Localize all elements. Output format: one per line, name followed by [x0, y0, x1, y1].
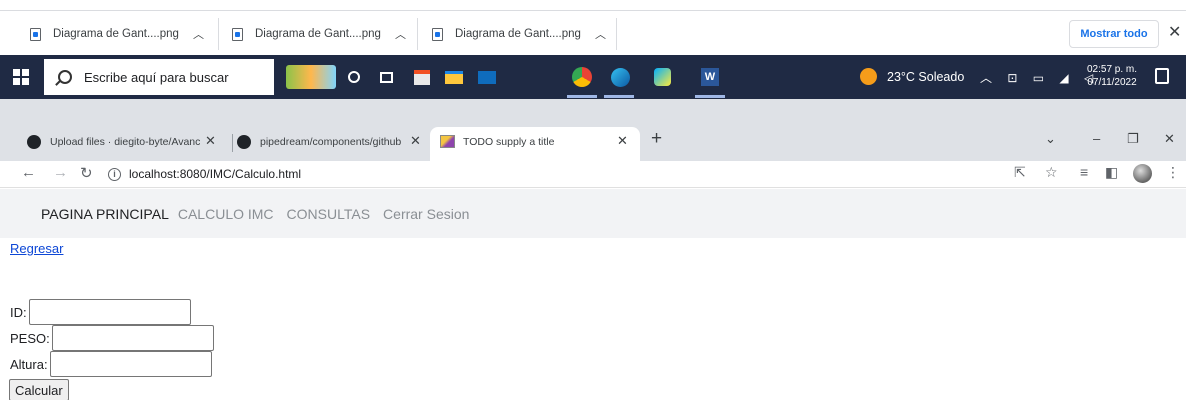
tab-search-chevron-icon[interactable]: ⌄ — [1045, 131, 1056, 147]
page-favicon — [440, 135, 455, 148]
task-view-icon[interactable] — [374, 65, 398, 89]
site-navbar: PAGINA PRINCIPAL CALCULO IMC CONSULTAS C… — [0, 189, 1186, 238]
download-item[interactable]: Diagrama de Gant....png ︿ — [232, 22, 406, 46]
download-filename: Diagrama de Gant....png — [255, 28, 381, 40]
divider — [616, 18, 617, 50]
menu-kebab-icon[interactable]: ⋮ — [1166, 164, 1180, 181]
reload-icon[interactable]: ↻ — [80, 164, 93, 182]
restore-icon[interactable]: ❐ — [1127, 131, 1139, 147]
altura-label: Altura: — [10, 356, 48, 372]
share-icon[interactable]: ⇱ — [1014, 164, 1026, 181]
search-placeholder: Escribe aquí para buscar — [84, 69, 229, 85]
file-icon — [432, 27, 443, 41]
peso-row: PESO: — [10, 325, 214, 351]
id-row: ID: — [10, 299, 191, 325]
side-panel-icon[interactable]: ◧ — [1105, 164, 1118, 181]
windows-start-icon[interactable] — [13, 69, 29, 85]
file-icon — [232, 27, 243, 41]
active-app-indicator — [695, 95, 725, 98]
close-tab-icon[interactable]: ✕ — [205, 133, 216, 149]
close-tab-icon[interactable]: ✕ — [410, 133, 421, 149]
profile-avatar[interactable] — [1133, 164, 1152, 183]
show-all-downloads-button[interactable]: Mostrar todo — [1069, 20, 1159, 48]
download-item[interactable]: Diagrama de Gant....png ︿ — [30, 22, 204, 46]
mail-icon[interactable] — [475, 65, 499, 89]
store-icon[interactable] — [410, 65, 434, 89]
active-app-indicator — [567, 95, 597, 98]
chevron-up-icon[interactable]: ︿ — [595, 26, 606, 42]
id-field[interactable] — [28, 299, 191, 325]
weather-widget[interactable]: 23°C Soleado — [860, 68, 964, 85]
new-tab-icon[interactable]: + — [651, 128, 662, 150]
sun-icon — [860, 68, 877, 85]
tab-title: pipedream/components/github — [260, 135, 402, 148]
address-bar[interactable]: i localhost:8080/IMC/Calculo.html — [108, 163, 998, 185]
divider — [218, 18, 219, 50]
minimize-icon[interactable]: – — [1093, 131, 1100, 146]
back-link[interactable]: Regresar — [10, 241, 63, 256]
url-text: localhost:8080/IMC/Calculo.html — [129, 167, 302, 181]
close-tab-icon[interactable]: ✕ — [617, 133, 628, 149]
back-arrow-icon[interactable]: ← — [21, 164, 36, 181]
notification-icon[interactable] — [1155, 68, 1169, 84]
nav-pagina-principal[interactable]: PAGINA PRINCIPAL — [41, 206, 169, 222]
close-window-icon[interactable]: ✕ — [1164, 131, 1175, 147]
close-icon[interactable]: ✕ — [1168, 25, 1181, 41]
download-bar: Diagrama de Gant....png ︿ Diagrama de Ga… — [0, 11, 1186, 55]
altura-row: Altura: — [10, 351, 212, 377]
windows-taskbar: Escribe aquí para buscar W 23°C Soleado … — [0, 55, 1186, 99]
id-label: ID: — [10, 304, 27, 320]
download-filename: Diagrama de Gant....png — [455, 28, 581, 40]
taskbar-clock[interactable]: 02:57 p. m. 07/11/2022 — [1087, 63, 1137, 89]
tab-upload-files[interactable]: Upload files · diegito-byte/Avanc — [27, 129, 202, 154]
taskbar-search-box[interactable]: Escribe aquí para buscar — [44, 59, 274, 95]
site-info-icon[interactable]: i — [108, 167, 121, 181]
github-icon — [237, 134, 251, 149]
clock-date: 07/11/2022 — [1087, 77, 1137, 88]
tab-pipedream[interactable]: pipedream/components/github — [237, 129, 419, 154]
download-item[interactable]: Diagrama de Gant....png ︿ — [432, 22, 606, 46]
tab-title: TODO supply a title — [463, 135, 555, 148]
chevron-up-icon[interactable]: ︿ — [193, 26, 204, 42]
file-explorer-icon[interactable] — [442, 65, 466, 89]
forward-arrow-icon[interactable]: → — [53, 164, 68, 181]
tab-title: Upload files · diegito-byte/Avanc — [50, 135, 201, 148]
nav-calculo-imc[interactable]: CALCULO IMC — [178, 206, 274, 222]
search-icon — [58, 70, 72, 84]
divider — [417, 18, 418, 50]
nav-consultas[interactable]: CONSULTAS — [287, 206, 371, 222]
peso-label: PESO: — [10, 330, 50, 346]
tab-todo-active[interactable]: TODO supply a title — [440, 129, 600, 154]
peso-field[interactable] — [51, 325, 214, 351]
file-icon — [30, 27, 41, 41]
active-app-indicator — [604, 95, 634, 98]
weather-text: 23°C Soleado — [887, 69, 965, 84]
shield-app-icon[interactable] — [650, 65, 674, 89]
clock-time: 02:57 p. m. — [1087, 64, 1138, 75]
download-filename: Diagrama de Gant....png — [53, 28, 179, 40]
cortana-icon[interactable] — [342, 65, 366, 89]
github-icon — [27, 134, 41, 149]
reading-list-icon[interactable]: ≡ — [1080, 164, 1088, 180]
word-icon[interactable]: W — [698, 65, 722, 89]
tab-divider — [232, 134, 233, 152]
chevron-up-icon[interactable]: ︿ — [395, 26, 406, 42]
nav-cerrar-sesion[interactable]: Cerrar Sesion — [383, 206, 469, 222]
edge-icon[interactable] — [608, 65, 632, 89]
chrome-icon[interactable] — [570, 65, 594, 89]
altura-field[interactable] — [49, 351, 212, 377]
bookmark-star-icon[interactable]: ☆ — [1045, 164, 1058, 181]
lab-flasks-icon[interactable] — [286, 65, 336, 89]
system-tray[interactable]: ︿ ⊡ ▭ ◢ ◁ — [980, 69, 1099, 86]
calcular-button[interactable]: Calcular — [9, 379, 69, 400]
